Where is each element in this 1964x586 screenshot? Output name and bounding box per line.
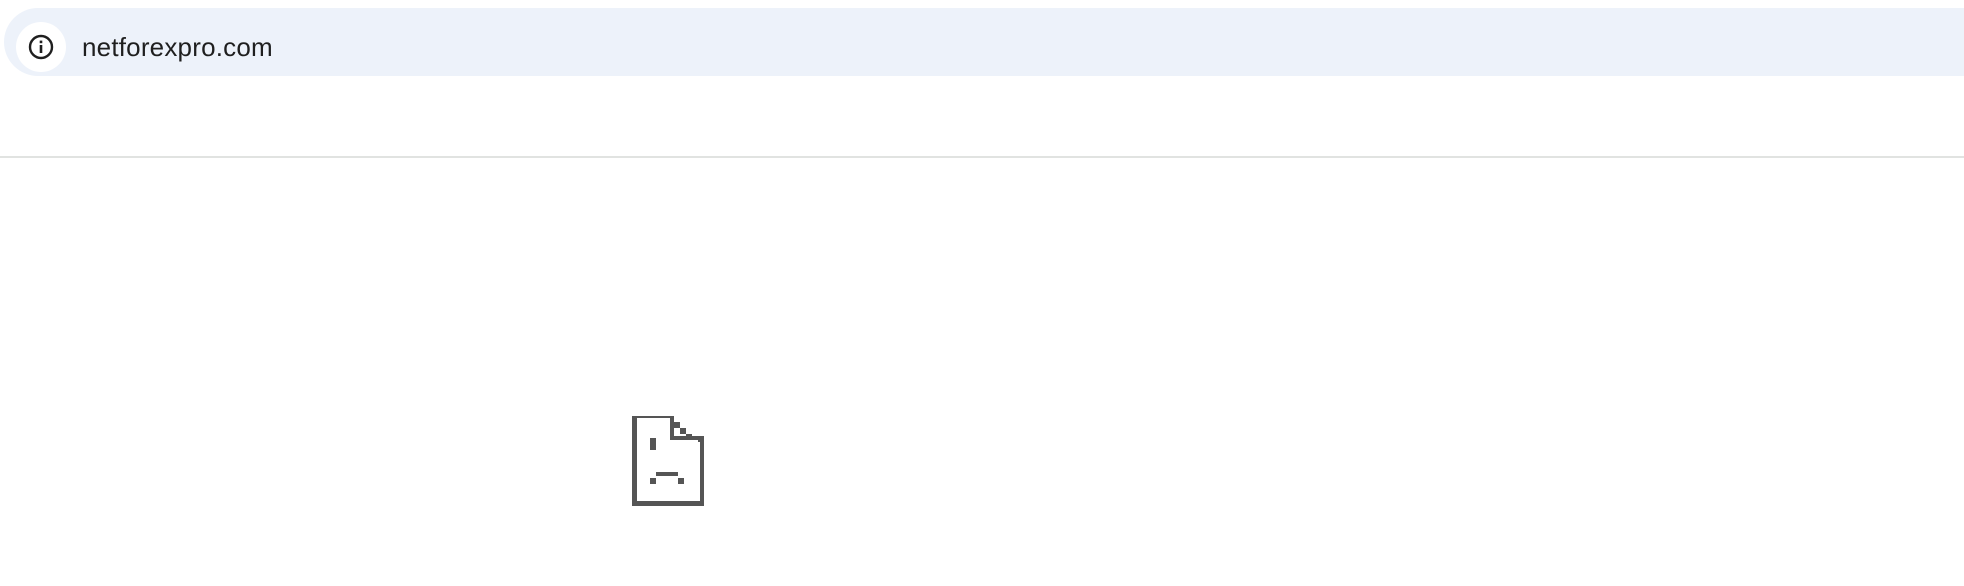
address-bar[interactable]: netforexpro.com [4, 8, 1964, 76]
browser-window: netforexpro.com [0, 0, 1964, 586]
page-content [0, 158, 1964, 586]
sad-page-icon [632, 416, 706, 506]
url-text[interactable]: netforexpro.com [82, 28, 273, 66]
info-circle-icon [27, 33, 55, 61]
site-info-button[interactable] [16, 22, 66, 72]
